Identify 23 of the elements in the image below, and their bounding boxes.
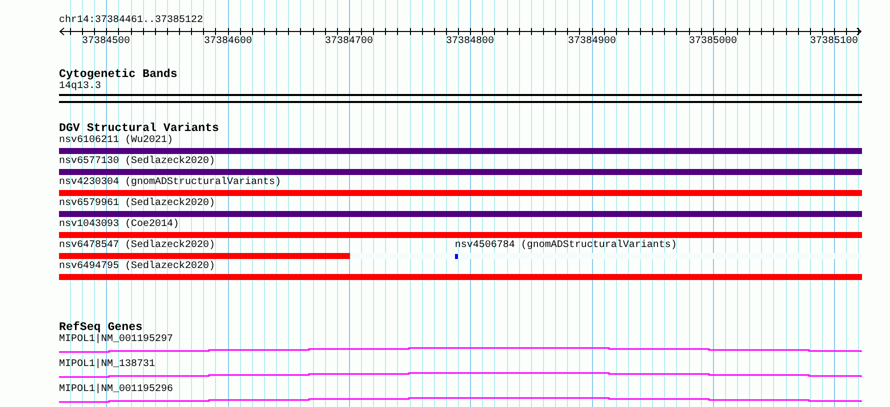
variant-label: nsv1043093 (Coe2014) (59, 219, 180, 231)
track-title: RefSeq Genes (59, 322, 142, 334)
tick-label: 37384700 (325, 36, 373, 47)
tick-label: 37384900 (568, 36, 616, 47)
variant-label: nsv4230304 (gnomADStructuralVariants) (59, 177, 282, 189)
variant-label: nsv6494795 (Sedlazeck2020) (59, 261, 216, 273)
gene-label: MIPOL1|NM_001195296 (59, 384, 174, 396)
variant-label: nsv4506784 (gnomADStructuralVariants) (454, 240, 677, 252)
variant-label: nsv6579961 (Sedlazeck2020) (59, 198, 216, 210)
gene-label: MIPOL1|NM_138731 (59, 359, 156, 371)
tick-label: 37384800 (446, 36, 494, 47)
tick-label: 37385000 (689, 36, 737, 47)
variant-label: nsv6577130 (Sedlazeck2020) (59, 156, 216, 168)
tick-label: 37384500 (82, 36, 130, 47)
tick-label: 37385100 (810, 36, 858, 47)
track-title: Cytogenetic Bands (59, 69, 178, 81)
position-label: chr14:37384461..37385122 (59, 15, 204, 27)
tick-label: 37384600 (204, 36, 252, 47)
band-label: 14q13.3 (59, 81, 102, 93)
variant-label: nsv6106211 (Wu2021) (59, 135, 174, 147)
variant-label: nsv6478547 (Sedlazeck2020) (59, 240, 216, 252)
gene-label: MIPOL1|NM_001195297 (59, 334, 174, 346)
track-title: DGV Structural Variants (59, 123, 220, 135)
